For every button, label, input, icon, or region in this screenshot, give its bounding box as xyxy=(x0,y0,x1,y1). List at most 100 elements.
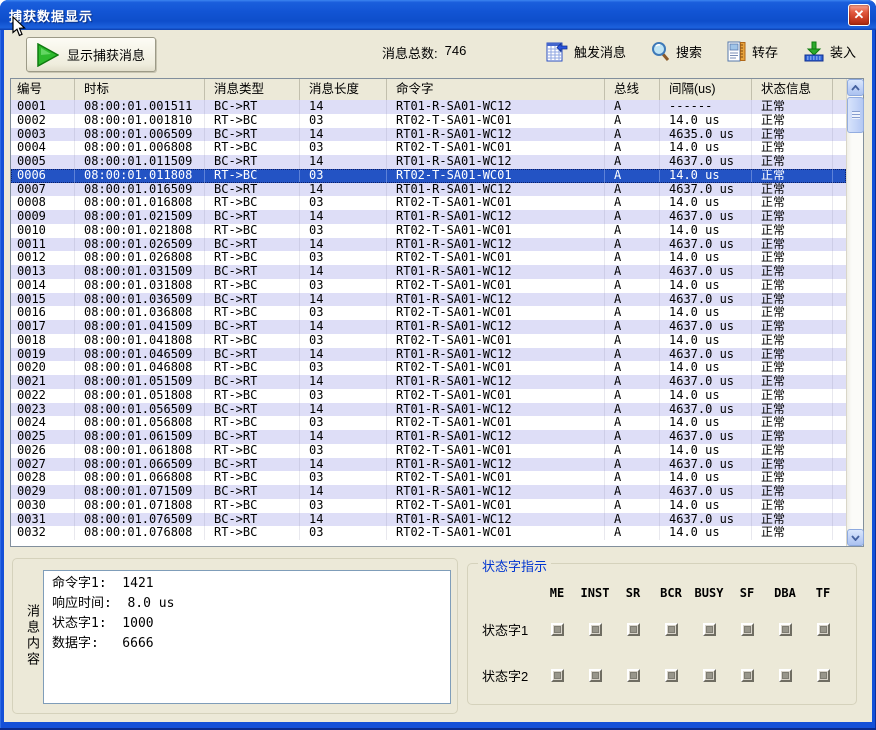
scroll-up-button[interactable] xyxy=(847,79,864,96)
table-cell: 14 xyxy=(300,293,387,307)
table-header: 编号时标消息类型消息长度命令字总线间隔(us)状态信息 xyxy=(11,79,846,100)
table-row[interactable]: 002108:00:01.051509BC->RT14RT01-R-SA01-W… xyxy=(11,375,846,389)
status-indicator xyxy=(665,623,678,636)
table-row[interactable]: 002608:00:01.061808RT->BC03RT02-T-SA01-W… xyxy=(11,444,846,458)
column-header[interactable]: 总线 xyxy=(605,79,660,100)
table-row[interactable]: 003108:00:01.076509BC->RT14RT01-R-SA01-W… xyxy=(11,513,846,527)
column-header[interactable]: 消息类型 xyxy=(205,79,300,100)
table-row[interactable]: 000708:00:01.016509BC->RT14RT01-R-SA01-W… xyxy=(11,183,846,197)
table-cell: 正常 xyxy=(752,471,833,485)
table-cell: 14 xyxy=(300,430,387,444)
table-cell: RT02-T-SA01-WC01 xyxy=(387,526,605,540)
table-cell-filler xyxy=(833,279,846,293)
column-header[interactable]: 状态信息 xyxy=(752,79,833,100)
table-row[interactable]: 001708:00:01.041509BC->RT14RT01-R-SA01-W… xyxy=(11,320,846,334)
table-cell: 08:00:01.001810 xyxy=(75,114,205,128)
status-indicator-core xyxy=(668,626,675,633)
table-cell: RT02-T-SA01-WC01 xyxy=(387,389,605,403)
load-button[interactable]: 装入 xyxy=(804,39,856,63)
table-row[interactable]: 000808:00:01.016808RT->BC03RT02-T-SA01-W… xyxy=(11,196,846,210)
table-cell: A xyxy=(605,114,660,128)
table-cell: 0030 xyxy=(11,499,75,513)
table-cell: A xyxy=(605,265,660,279)
table-row[interactable]: 001008:00:01.021808RT->BC03RT02-T-SA01-W… xyxy=(11,224,846,238)
table-cell: 正常 xyxy=(752,375,833,389)
table-cell: 03 xyxy=(300,141,387,155)
table-cell: RT->BC xyxy=(205,499,300,513)
table-cell: 14.0 us xyxy=(660,416,752,430)
table-cell: A xyxy=(605,403,660,417)
table-row[interactable]: 001208:00:01.026808RT->BC03RT02-T-SA01-W… xyxy=(11,251,846,265)
table-row[interactable]: 000908:00:01.021509BC->RT14RT01-R-SA01-W… xyxy=(11,210,846,224)
table-cell: 0006 xyxy=(11,169,75,183)
table-row[interactable]: 002208:00:01.051808RT->BC03RT02-T-SA01-W… xyxy=(11,389,846,403)
table-cell: 08:00:01.021808 xyxy=(75,224,205,238)
status-indicator xyxy=(817,623,830,636)
column-header[interactable]: 间隔(us) xyxy=(660,79,752,100)
table-cell: 14.0 us xyxy=(660,251,752,265)
table-row[interactable]: 002808:00:01.066808RT->BC03RT02-T-SA01-W… xyxy=(11,471,846,485)
table-cell: 正常 xyxy=(752,444,833,458)
table-row[interactable]: 001908:00:01.046509BC->RT14RT01-R-SA01-W… xyxy=(11,348,846,362)
table-row[interactable]: 000608:00:01.011808RT->BC03RT02-T-SA01-W… xyxy=(11,169,846,183)
table-cell: 08:00:01.066509 xyxy=(75,458,205,472)
table-row[interactable]: 000508:00:01.011509BC->RT14RT01-R-SA01-W… xyxy=(11,155,846,169)
table-cell: 0023 xyxy=(11,403,75,417)
status-indicator-core xyxy=(554,672,561,679)
table-row[interactable]: 000108:00:01.001511BC->RT14RT01-R-SA01-W… xyxy=(11,100,846,114)
message-content-side-label: 消息内容 xyxy=(23,604,42,668)
column-header[interactable]: 命令字 xyxy=(387,79,605,100)
table-cell: A xyxy=(605,155,660,169)
table-row[interactable]: 001408:00:01.031808RT->BC03RT02-T-SA01-W… xyxy=(11,279,846,293)
table-row[interactable]: 001808:00:01.041808RT->BC03RT02-T-SA01-W… xyxy=(11,334,846,348)
export-button[interactable]: 转存 xyxy=(727,39,778,63)
column-header[interactable]: 时标 xyxy=(75,79,205,100)
table-cell: 08:00:01.001511 xyxy=(75,100,205,114)
table-cell: 正常 xyxy=(752,348,833,362)
table-cell: 08:00:01.041509 xyxy=(75,320,205,334)
table-row[interactable]: 003008:00:01.071808RT->BC03RT02-T-SA01-W… xyxy=(11,499,846,513)
status-indicator-core xyxy=(592,626,599,633)
column-header[interactable]: 编号 xyxy=(11,79,75,100)
table-cell: BC->RT xyxy=(205,513,300,527)
search-button[interactable]: 搜索 xyxy=(650,39,702,63)
message-total-label: 消息总数: xyxy=(382,43,438,62)
table-row[interactable]: 002508:00:01.061509BC->RT14RT01-R-SA01-W… xyxy=(11,430,846,444)
table-cell: 正常 xyxy=(752,224,833,238)
status-indicator-core xyxy=(744,626,751,633)
table-cell: 正常 xyxy=(752,128,833,142)
scrollbar-thumb[interactable] xyxy=(847,97,864,133)
table-cell-filler xyxy=(833,306,846,320)
trigger-message-button[interactable]: 触发消息 xyxy=(546,39,626,63)
load-label: 装入 xyxy=(830,42,856,61)
table-row[interactable]: 001108:00:01.026509BC->RT14RT01-R-SA01-W… xyxy=(11,238,846,252)
table-cell: 08:00:01.071808 xyxy=(75,499,205,513)
table-row[interactable]: 002708:00:01.066509BC->RT14RT01-R-SA01-W… xyxy=(11,458,846,472)
message-total-value: 746 xyxy=(445,43,467,62)
table-cell: 08:00:01.076509 xyxy=(75,513,205,527)
status-indicator xyxy=(703,623,716,636)
close-button[interactable]: ✕ xyxy=(848,4,870,26)
table-row[interactable]: 001308:00:01.031509BC->RT14RT01-R-SA01-W… xyxy=(11,265,846,279)
table-row[interactable]: 000408:00:01.006808RT->BC03RT02-T-SA01-W… xyxy=(11,141,846,155)
message-content-box[interactable]: 命令字1: 1421响应时间: 8.0 us状态字1: 1000数据字: 666… xyxy=(43,570,451,704)
table-cell: RT01-R-SA01-WC12 xyxy=(387,293,605,307)
vertical-scrollbar[interactable] xyxy=(846,79,863,546)
table-row[interactable]: 002008:00:01.046808RT->BC03RT02-T-SA01-W… xyxy=(11,361,846,375)
table-row[interactable]: 002408:00:01.056808RT->BC03RT02-T-SA01-W… xyxy=(11,416,846,430)
column-header[interactable]: 消息长度 xyxy=(300,79,387,100)
table-row[interactable]: 001508:00:01.036509BC->RT14RT01-R-SA01-W… xyxy=(11,293,846,307)
table-row[interactable]: 003208:00:01.076808RT->BC03RT02-T-SA01-W… xyxy=(11,526,846,540)
table-row[interactable]: 000208:00:01.001810RT->BC03RT02-T-SA01-W… xyxy=(11,114,846,128)
table-row[interactable]: 002308:00:01.056509BC->RT14RT01-R-SA01-W… xyxy=(11,403,846,417)
table-row[interactable]: 001608:00:01.036808RT->BC03RT02-T-SA01-W… xyxy=(11,306,846,320)
scroll-down-button[interactable] xyxy=(847,529,864,546)
table-cell: RT->BC xyxy=(205,279,300,293)
show-captured-messages-button[interactable]: 显示捕获消息 xyxy=(26,37,156,72)
table-cell: BC->RT xyxy=(205,430,300,444)
table-row[interactable]: 000308:00:01.006509BC->RT14RT01-R-SA01-W… xyxy=(11,128,846,142)
table-cell: 08:00:01.056808 xyxy=(75,416,205,430)
table-row[interactable]: 002908:00:01.071509BC->RT14RT01-R-SA01-W… xyxy=(11,485,846,499)
table-cell: A xyxy=(605,169,660,183)
table-cell: 03 xyxy=(300,361,387,375)
